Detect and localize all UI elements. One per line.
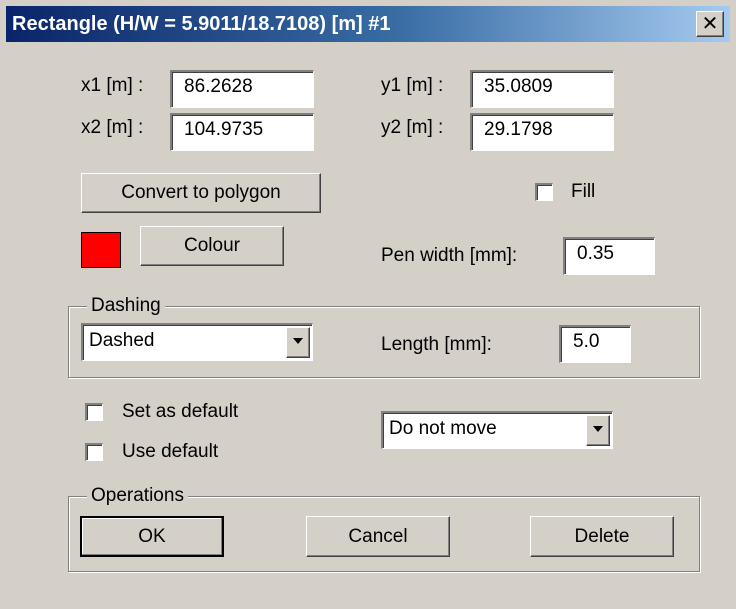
dashing-style-select[interactable]: Dashed xyxy=(81,323,313,361)
x1-label: x1 [m] : xyxy=(81,75,144,96)
y1-label: y1 [m] : xyxy=(381,75,444,96)
x2-field[interactable]: 104.9735 xyxy=(170,113,314,151)
title-bar[interactable]: Rectangle (H/W = 5.9011/18.7108) [m] #1 … xyxy=(6,6,730,42)
move-option-select[interactable]: Do not move xyxy=(381,411,613,449)
fill-label: Fill xyxy=(571,181,596,202)
convert-to-polygon-button[interactable]: Convert to polygon xyxy=(81,173,321,213)
set-as-default-checkbox[interactable] xyxy=(85,403,103,421)
delete-button[interactable]: Delete xyxy=(530,516,674,557)
move-option-value: Do not move xyxy=(389,418,497,439)
x1-field[interactable]: 86.2628 xyxy=(170,70,314,108)
operations-group-title: Operations xyxy=(87,485,188,507)
dropdown-arrow-icon[interactable] xyxy=(586,415,610,446)
dashing-group-title: Dashing xyxy=(87,295,165,317)
y2-label: y2 [m] : xyxy=(381,117,444,138)
pen-width-label: Pen width [mm]: xyxy=(381,245,518,266)
close-button[interactable]: ✕ xyxy=(696,11,724,37)
x2-label: x2 [m] : xyxy=(81,117,144,138)
pen-width-field[interactable]: 0.35 xyxy=(563,237,655,275)
set-as-default-label: Set as default xyxy=(122,401,239,422)
dashing-style-value: Dashed xyxy=(89,330,155,351)
y1-field[interactable]: 35.0809 xyxy=(470,70,614,108)
fill-checkbox[interactable] xyxy=(535,183,553,201)
colour-swatch xyxy=(81,232,121,268)
dropdown-arrow-icon[interactable] xyxy=(286,327,310,358)
dialog-window: Rectangle (H/W = 5.9011/18.7108) [m] #1 … xyxy=(0,0,736,609)
close-icon: ✕ xyxy=(701,13,719,35)
cancel-button[interactable]: Cancel xyxy=(306,516,450,557)
colour-button[interactable]: Colour xyxy=(140,226,284,266)
length-label: Length [mm]: xyxy=(381,334,492,355)
window-title: Rectangle (H/W = 5.9011/18.7108) [m] #1 xyxy=(12,13,391,35)
use-default-label: Use default xyxy=(122,441,219,462)
y2-field[interactable]: 29.1798 xyxy=(470,113,614,151)
use-default-checkbox[interactable] xyxy=(85,443,103,461)
ok-button[interactable]: OK xyxy=(80,516,224,557)
length-field[interactable]: 5.0 xyxy=(559,325,631,363)
